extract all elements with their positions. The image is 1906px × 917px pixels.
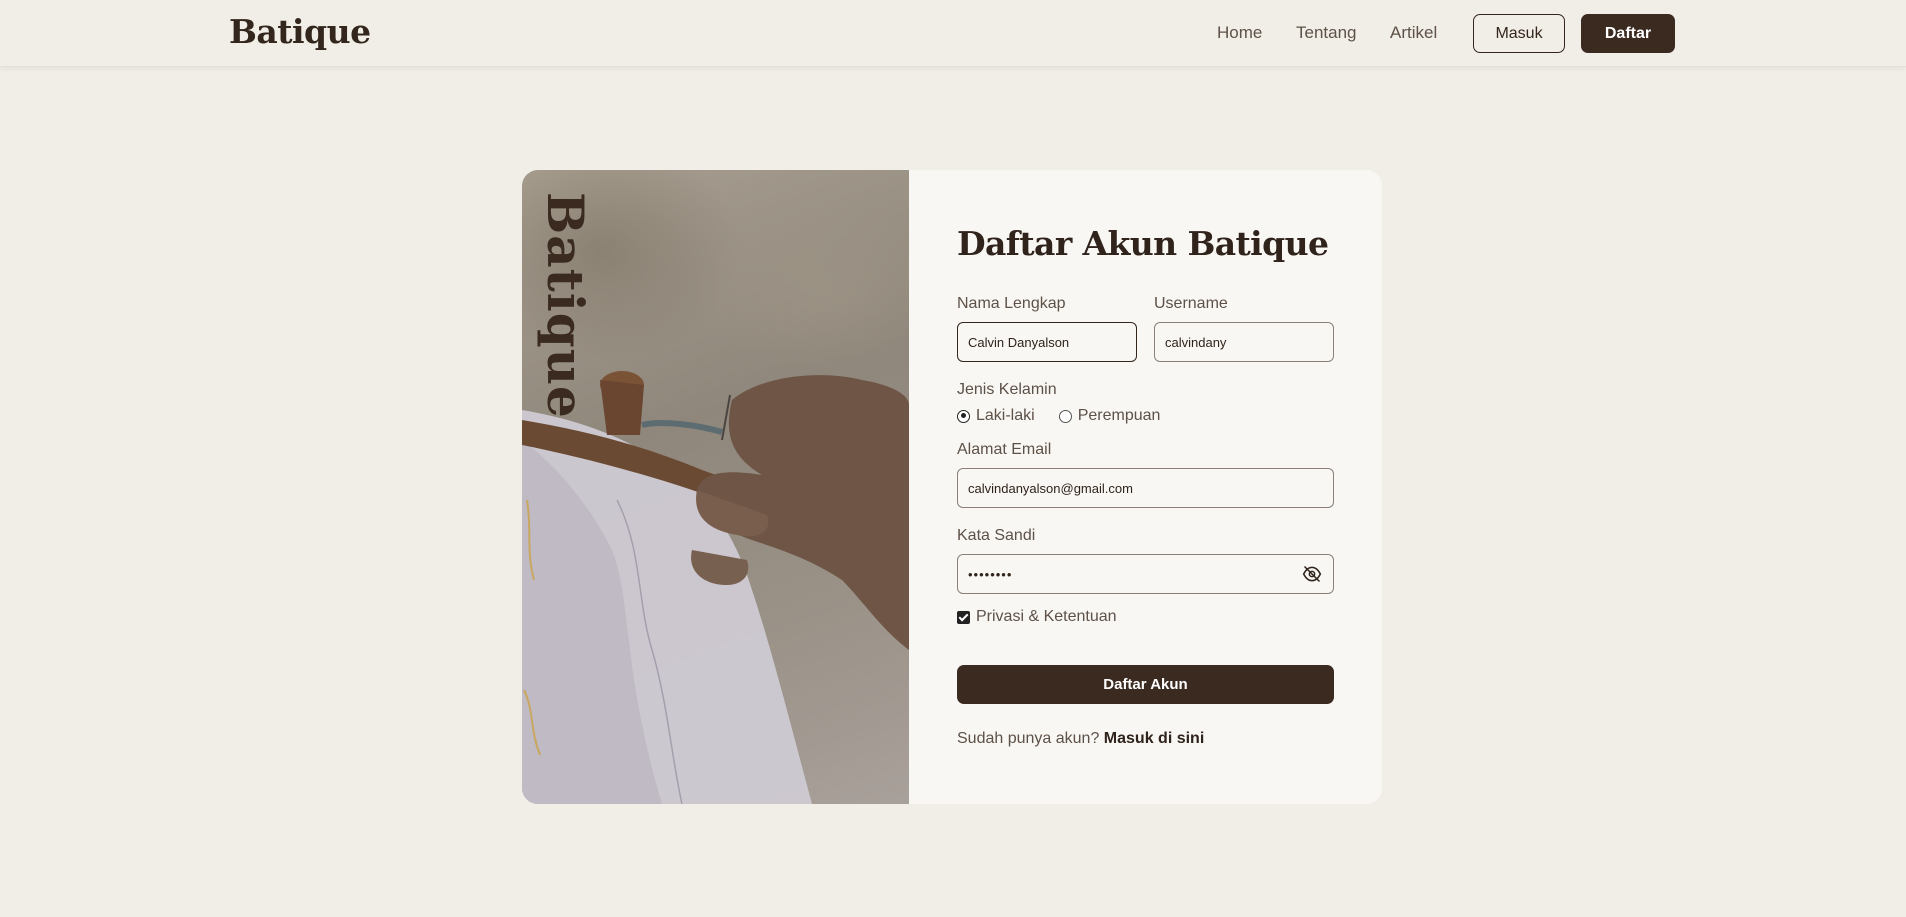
login-prompt-text: Sudah punya akun? bbox=[957, 730, 1100, 747]
gender-radio-male[interactable] bbox=[957, 409, 970, 423]
terms-label[interactable]: Privasi & Ketentuan bbox=[976, 608, 1117, 626]
submit-register-button[interactable]: Daftar Akun bbox=[957, 665, 1334, 704]
login-button[interactable]: Masuk bbox=[1473, 14, 1565, 53]
gender-radio-female[interactable] bbox=[1058, 409, 1072, 423]
username-input[interactable] bbox=[1154, 322, 1334, 362]
register-form: Daftar Akun Batique Nama Lengkap Usernam… bbox=[909, 170, 1382, 804]
login-prompt: Sudah punya akun? Masuk di sini bbox=[957, 730, 1204, 748]
gender-option-female-label[interactable]: Perempuan bbox=[1078, 407, 1161, 425]
password-label: Kata Sandi bbox=[957, 527, 1036, 544]
nav-link-home[interactable]: Home bbox=[1217, 23, 1262, 43]
nav-link-tentang[interactable]: Tentang bbox=[1296, 23, 1357, 43]
gender-radio-group: Laki-laki Perempuan bbox=[957, 407, 1184, 425]
hero-image: Batique bbox=[522, 170, 909, 804]
login-link[interactable]: Masuk di sini bbox=[1104, 730, 1204, 747]
register-card: Batique Daftar Akun Batique Nama Lengkap… bbox=[522, 170, 1382, 804]
username-label: Username bbox=[1154, 295, 1228, 312]
brand-logo[interactable]: Batique bbox=[229, 12, 371, 51]
gender-option-male-label[interactable]: Laki-laki bbox=[976, 407, 1035, 425]
register-button[interactable]: Daftar bbox=[1581, 14, 1675, 53]
navbar: Batique Home Tentang Artikel Masuk Dafta… bbox=[0, 0, 1906, 67]
full-name-label: Nama Lengkap bbox=[957, 295, 1066, 312]
email-input[interactable] bbox=[957, 468, 1334, 508]
hero-vertical-brand: Batique bbox=[536, 192, 595, 419]
terms-row: Privasi & Ketentuan bbox=[957, 608, 1117, 626]
gender-label: Jenis Kelamin bbox=[957, 381, 1057, 398]
form-title: Daftar Akun Batique bbox=[957, 224, 1329, 263]
eye-off-icon[interactable] bbox=[1302, 564, 1322, 584]
nav-link-artikel[interactable]: Artikel bbox=[1390, 23, 1437, 43]
password-field bbox=[957, 554, 1334, 594]
terms-checkbox[interactable] bbox=[957, 610, 970, 624]
email-label: Alamat Email bbox=[957, 441, 1052, 458]
password-input[interactable] bbox=[957, 554, 1334, 594]
full-name-input[interactable] bbox=[957, 322, 1137, 362]
